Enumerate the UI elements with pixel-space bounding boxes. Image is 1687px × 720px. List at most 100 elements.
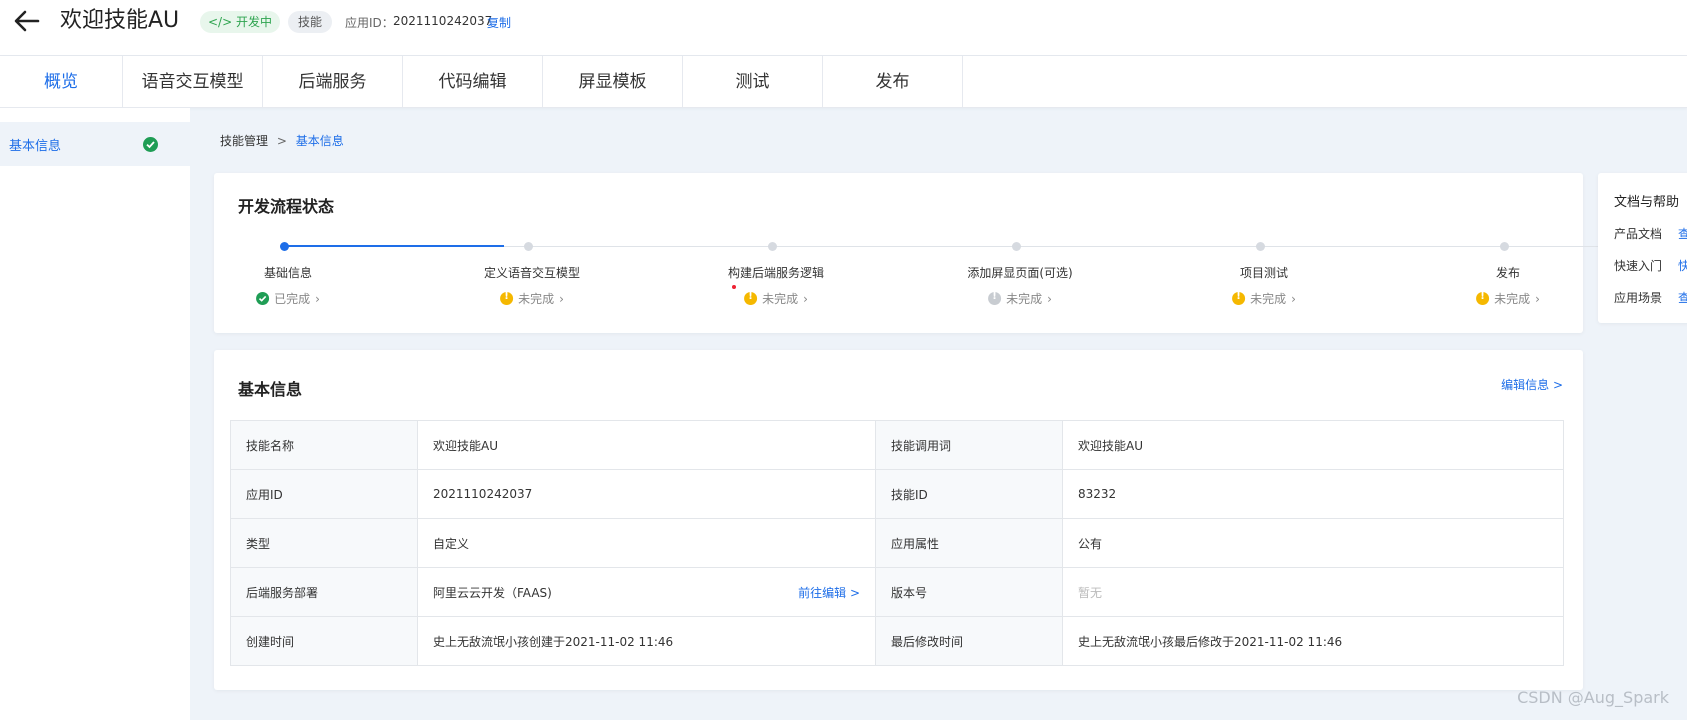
help-item-label: 产品文档 xyxy=(1614,227,1663,241)
flow-title: 开发流程状态 xyxy=(238,197,335,216)
field-label: 技能调用词 xyxy=(875,420,1063,470)
field-value: 史上无敌流氓小孩最后修改于2021-11-02 11:46 xyxy=(1062,616,1564,666)
field-value: 欢迎技能AU xyxy=(1062,420,1564,470)
back-arrow-icon[interactable] xyxy=(12,8,42,34)
field-label: 最后修改时间 xyxy=(875,616,1063,666)
step-label: 构建后端服务逻辑 xyxy=(727,266,825,280)
step-status-link[interactable]: 未完成 › xyxy=(988,290,1052,307)
step-progress-line xyxy=(284,245,504,247)
tab-voice-model[interactable]: 语音交互模型 xyxy=(123,56,263,108)
field-value: 公有 xyxy=(1062,518,1564,568)
help-item-link[interactable]: 查 xyxy=(1678,227,1687,241)
chevron-right-icon: › xyxy=(1291,291,1296,306)
field-label: 创建时间 xyxy=(230,616,418,666)
step-track-line xyxy=(504,246,1687,247)
field-label: 后端服务部署 xyxy=(230,567,418,617)
field-value: 2021110242037 xyxy=(417,469,876,519)
chevron-right-icon: › xyxy=(803,291,808,306)
info-table: 技能名称 欢迎技能AU 技能调用词 欢迎技能AU 应用ID 2021110242… xyxy=(230,420,1564,666)
help-item: 产品文档 查 xyxy=(1614,225,1687,242)
copy-link[interactable]: 复制 xyxy=(487,14,511,31)
breadcrumb-parent[interactable]: 技能管理 xyxy=(220,134,268,148)
field-value: 史上无敌流氓小孩创建于2021-11-02 11:46 xyxy=(417,616,876,666)
field-label: 技能ID xyxy=(875,469,1063,519)
warning-icon xyxy=(1232,291,1246,305)
breadcrumb-current: 基本信息 xyxy=(295,134,344,148)
help-title: 文档与帮助 xyxy=(1614,195,1680,210)
field-value: 暂无 xyxy=(1062,567,1564,617)
field-value: 欢迎技能AU xyxy=(417,420,876,470)
field-label: 技能名称 xyxy=(230,420,418,470)
tab-display-template[interactable]: 屏显模板 xyxy=(543,56,683,108)
appid-value: 2021110242037 xyxy=(393,14,493,28)
help-item-link[interactable]: 查 xyxy=(1678,291,1687,305)
step-dot xyxy=(280,242,289,251)
step-dot xyxy=(1256,242,1265,251)
step-dot xyxy=(524,242,533,251)
warning-icon xyxy=(744,291,758,305)
step-status-link[interactable]: 未完成 › xyxy=(744,290,808,307)
step-label: 基础信息 xyxy=(263,266,313,280)
field-label: 类型 xyxy=(230,518,418,568)
check-circle-icon xyxy=(256,292,270,305)
step-status-link[interactable]: 已完成 › xyxy=(256,290,320,307)
tab-overview[interactable]: 概览 xyxy=(0,56,123,108)
help-item: 应用场景 查 xyxy=(1614,289,1687,306)
goto-edit-link[interactable]: 前往编辑 > xyxy=(798,584,860,601)
check-circle-icon xyxy=(143,137,158,152)
table-row: 应用ID 2021110242037 技能ID 83232 xyxy=(230,469,1564,519)
table-row: 技能名称 欢迎技能AU 技能调用词 欢迎技能AU xyxy=(230,420,1564,470)
dev-status-badge: </> 开发中 xyxy=(200,11,280,33)
chevron-right-icon: › xyxy=(315,291,320,306)
help-item: 快速入门 快 xyxy=(1614,257,1687,274)
tab-publish[interactable]: 发布 xyxy=(823,56,963,108)
step-status-text: 已完成 xyxy=(274,292,311,306)
notification-dot xyxy=(732,285,736,289)
app-title: 欢迎技能AU xyxy=(60,8,180,33)
info-icon xyxy=(988,291,1002,305)
field-label: 应用属性 xyxy=(875,518,1063,568)
sidebar-item-basic-info[interactable]: 基本信息 xyxy=(0,122,190,166)
warning-icon xyxy=(500,291,514,305)
help-item-label: 应用场景 xyxy=(1614,291,1663,305)
step-label: 项目测试 xyxy=(1239,266,1289,280)
basic-info-card: 基本信息 编辑信息 > 技能名称 欢迎技能AU 技能调用词 欢迎技能AU 应用I… xyxy=(214,350,1583,690)
step-status-link[interactable]: 未完成 › xyxy=(500,290,564,307)
step-status-text: 未完成 xyxy=(1250,292,1287,306)
step-status-text: 未完成 xyxy=(518,292,555,306)
step-label: 添加屏显页面(可选) xyxy=(967,266,1073,280)
info-title: 基本信息 xyxy=(238,380,303,399)
step-dot xyxy=(1500,242,1509,251)
help-item-label: 快速入门 xyxy=(1614,259,1663,273)
help-card: 文档与帮助 产品文档查 快速入门快 应用场景查 xyxy=(1598,173,1687,323)
step-label: 定义语音交互模型 xyxy=(483,266,581,280)
table-row: 创建时间 史上无敌流氓小孩创建于2021-11-02 11:46 最后修改时间 … xyxy=(230,616,1564,666)
help-item-link[interactable]: 快 xyxy=(1678,259,1687,273)
field-value: 83232 xyxy=(1062,469,1564,519)
tab-test[interactable]: 测试 xyxy=(683,56,823,108)
step-status-text: 未完成 xyxy=(762,292,799,306)
watermark: CSDN @Aug_Spark xyxy=(1517,688,1669,707)
chevron-right-icon: › xyxy=(559,291,564,306)
tab-backend[interactable]: 后端服务 xyxy=(263,56,403,108)
flow-status-card: 开发流程状态 基础信息 定义语音交互模型 构建后端服务逻辑 添加屏显页面(可选)… xyxy=(214,173,1687,333)
step-status-text: 未完成 xyxy=(1494,292,1531,306)
field-label: 应用ID xyxy=(230,469,418,519)
step-dot xyxy=(1012,242,1021,251)
field-value: 自定义 xyxy=(417,518,876,568)
step-status-link[interactable]: 未完成 › xyxy=(1232,290,1296,307)
step-status-link[interactable]: 未完成 › xyxy=(1476,290,1540,307)
tab-code-editor[interactable]: 代码编辑 xyxy=(403,56,543,108)
main-tabs: 概览 语音交互模型 后端服务 代码编辑 屏显模板 测试 发布 xyxy=(0,56,1687,108)
field-value: 阿里云云开发（FAAS) xyxy=(433,585,552,600)
step-status-text: 未完成 xyxy=(1006,292,1043,306)
chevron-right-icon: › xyxy=(1047,291,1052,306)
chevron-right-icon: › xyxy=(1535,291,1540,306)
edit-info-link[interactable]: 编辑信息 > xyxy=(1501,376,1563,393)
table-row: 后端服务部署 阿里云云开发（FAAS) 前往编辑 > 版本号 暂无 xyxy=(230,567,1564,617)
appid-label: 应用ID： xyxy=(345,16,394,30)
breadcrumb-separator: > xyxy=(276,134,287,148)
field-value-cell: 阿里云云开发（FAAS) 前往编辑 > xyxy=(417,567,876,617)
table-row: 类型 自定义 应用属性 公有 xyxy=(230,518,1564,568)
sidebar-item-label: 基本信息 xyxy=(9,139,62,154)
